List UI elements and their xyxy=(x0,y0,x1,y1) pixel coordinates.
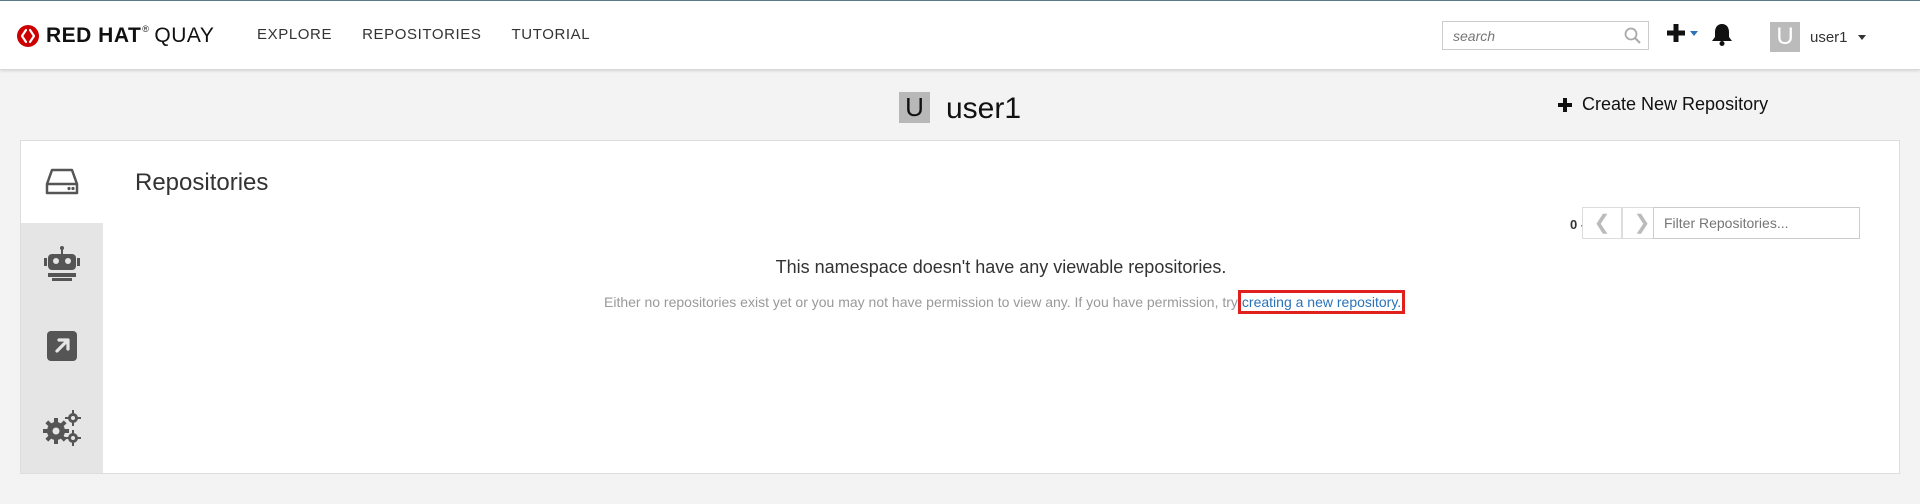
nav-explore[interactable]: EXPLORE xyxy=(257,26,332,43)
plus-icon xyxy=(1667,24,1685,42)
search-box xyxy=(1442,21,1649,50)
nav-repositories[interactable]: REPOSITORIES xyxy=(362,26,481,43)
user-menu[interactable]: U user1 xyxy=(1770,22,1866,52)
brand-name-bold: RED HAT xyxy=(46,24,142,47)
notifications-bell-icon[interactable] xyxy=(1711,22,1733,46)
sidebar-item-settings[interactable] xyxy=(21,387,103,469)
create-repository-button[interactable]: Create New Repository xyxy=(1558,94,1768,115)
hard-drive-icon xyxy=(45,168,79,195)
chevron-down-icon xyxy=(1690,30,1698,36)
top-navbar: RED HAT® QUAY EXPLORE REPOSITORIES TUTORI… xyxy=(0,0,1920,70)
plus-icon xyxy=(1558,97,1572,112)
namespace-panel: Repositories 0 - 0 of 0 ❮ ❯ This namespa… xyxy=(20,140,1900,474)
sidebar-item-external-logins[interactable] xyxy=(21,305,103,387)
brand-name-light: QUAY xyxy=(154,24,215,47)
section-title: Repositories xyxy=(135,169,269,196)
main-nav: EXPLORE REPOSITORIES TUTORIAL xyxy=(257,26,620,43)
namespace-avatar: U xyxy=(899,92,930,123)
empty-state-text: Either no repositories exist yet or you … xyxy=(604,290,1406,314)
brand-reg-mark: ® xyxy=(142,24,150,34)
sidebar-item-robot-accounts[interactable] xyxy=(21,223,103,305)
redhat-quay-logo-icon xyxy=(17,25,39,47)
external-link-icon xyxy=(47,331,77,361)
create-menu-button[interactable] xyxy=(1666,23,1698,43)
sidebar-item-repositories[interactable] xyxy=(21,141,103,223)
filter-box xyxy=(1653,207,1860,239)
search-input[interactable] xyxy=(1443,22,1633,49)
chevron-down-icon xyxy=(1857,34,1866,40)
filter-repositories-input[interactable] xyxy=(1654,208,1859,238)
avatar: U xyxy=(1770,22,1800,52)
create-repository-label: Create New Repository xyxy=(1582,94,1769,114)
prev-page-button[interactable]: ❮ xyxy=(1582,207,1622,239)
create-repository-link[interactable]: creating a new repository. xyxy=(1237,290,1406,314)
brand-text: RED HAT® QUAY xyxy=(46,24,214,48)
robot-icon xyxy=(44,246,80,281)
nav-tutorial[interactable]: TUTORIAL xyxy=(512,26,591,43)
empty-state-message: Either no repositories exist yet or you … xyxy=(604,294,1238,310)
empty-state-title: This namespace doesn't have any viewable… xyxy=(775,257,1227,277)
page-title: user1 xyxy=(946,92,1022,125)
sidebar xyxy=(21,141,103,473)
search-icon[interactable] xyxy=(1624,27,1641,44)
repositories-section: Repositories 0 - 0 of 0 ❮ ❯ This namespa… xyxy=(103,141,1899,473)
gears-icon xyxy=(43,410,81,446)
brand-logo[interactable]: RED HAT® QUAY xyxy=(16,23,214,49)
user-name: user1 xyxy=(1810,28,1848,46)
